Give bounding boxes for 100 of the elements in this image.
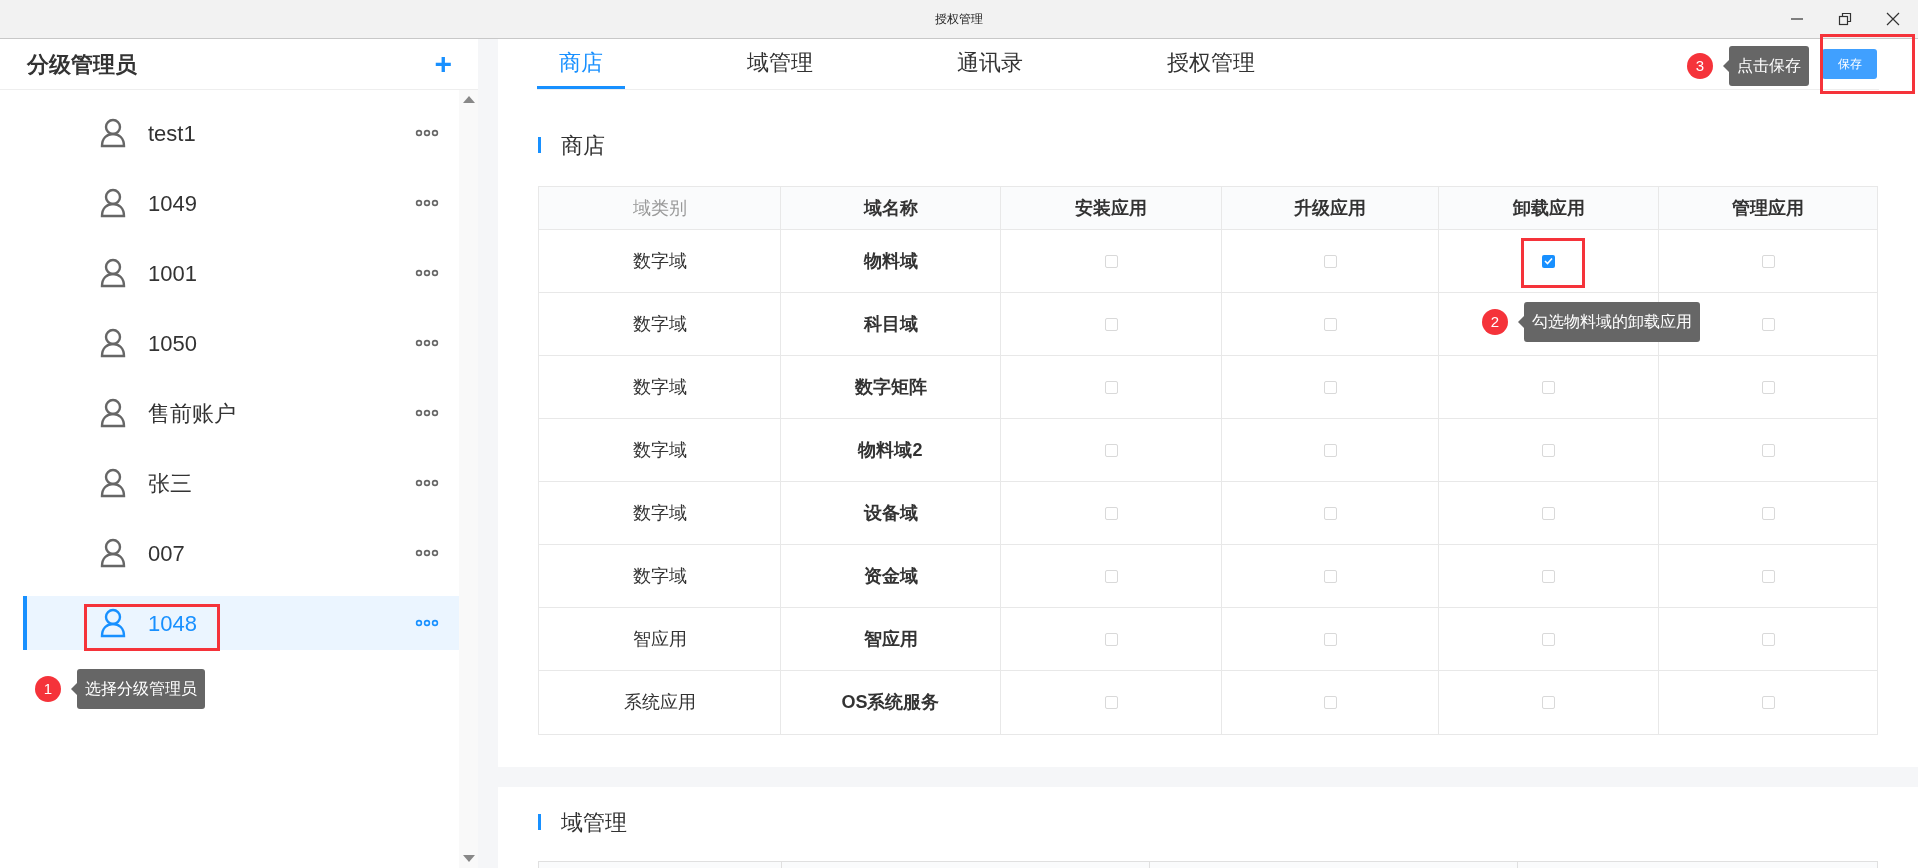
admin-item[interactable]: 1049 bbox=[23, 176, 459, 230]
column-header: 安装应用 bbox=[1001, 187, 1222, 229]
checkbox[interactable] bbox=[1761, 380, 1775, 394]
tab[interactable]: 授权管理 bbox=[1145, 38, 1277, 89]
checkbox[interactable] bbox=[1761, 696, 1775, 709]
admin-item[interactable]: test1 bbox=[23, 106, 459, 160]
table-cell: 数字域 bbox=[539, 356, 781, 418]
more-icon[interactable] bbox=[415, 129, 439, 137]
admin-name: 007 bbox=[148, 539, 185, 568]
table-cell: 数字域 bbox=[539, 293, 781, 355]
checkbox[interactable] bbox=[1761, 569, 1775, 583]
checkbox[interactable] bbox=[1323, 632, 1337, 646]
admin-name: 张三 bbox=[148, 469, 192, 498]
checkbox[interactable] bbox=[1542, 506, 1555, 520]
user-icon bbox=[100, 118, 126, 148]
section-title: 商店 bbox=[561, 131, 605, 160]
column-header: 卸载应用 bbox=[1439, 187, 1659, 229]
admin-name: 1049 bbox=[148, 189, 197, 218]
checkbox[interactable] bbox=[1104, 506, 1118, 520]
scroll-down-icon[interactable] bbox=[462, 855, 475, 862]
checkbox[interactable] bbox=[1542, 696, 1555, 709]
checkbox[interactable] bbox=[1542, 443, 1555, 457]
scrollbar[interactable] bbox=[459, 90, 478, 868]
user-icon bbox=[100, 398, 126, 428]
checkbox[interactable] bbox=[1104, 380, 1118, 394]
scroll-up-icon[interactable] bbox=[462, 96, 475, 103]
admin-item[interactable]: 007 bbox=[23, 526, 459, 580]
close-icon[interactable] bbox=[1886, 12, 1900, 26]
checkbox[interactable] bbox=[1761, 632, 1775, 646]
admin-name: 1001 bbox=[148, 259, 197, 288]
column-header: 升级应用 bbox=[1222, 187, 1439, 229]
checkbox[interactable] bbox=[1761, 443, 1775, 457]
table-cell: 数字域 bbox=[539, 419, 781, 481]
checkbox[interactable] bbox=[1542, 380, 1555, 394]
checkbox[interactable] bbox=[1323, 569, 1337, 583]
table-cell: 智应用 bbox=[781, 608, 1001, 670]
more-icon[interactable] bbox=[415, 409, 439, 417]
user-icon bbox=[100, 188, 126, 218]
checkbox[interactable] bbox=[1323, 254, 1337, 268]
table-cell: 物料域2 bbox=[781, 419, 1001, 481]
checkbox[interactable] bbox=[1323, 317, 1337, 331]
checkbox[interactable] bbox=[1542, 632, 1555, 646]
column-header: 管理应用 bbox=[1731, 196, 1805, 220]
table-cell: 科目域 bbox=[781, 293, 1001, 355]
checkbox[interactable] bbox=[1104, 696, 1118, 709]
restore-icon[interactable] bbox=[1838, 12, 1852, 26]
more-icon[interactable] bbox=[415, 339, 439, 347]
tooltip: 选择分级管理员 bbox=[77, 669, 205, 709]
user-icon bbox=[100, 468, 126, 498]
table-cell: 资金域 bbox=[781, 545, 1001, 607]
checkbox[interactable] bbox=[1323, 506, 1337, 520]
checkbox[interactable] bbox=[1104, 569, 1118, 583]
checkbox[interactable] bbox=[1104, 317, 1118, 331]
checkbox[interactable] bbox=[1104, 254, 1118, 268]
tooltip: 点击保存 bbox=[1729, 46, 1809, 86]
table-cell: 物料域 bbox=[781, 230, 1001, 292]
admin-item[interactable]: 张三 bbox=[23, 456, 459, 510]
table-cell: 数字域 bbox=[539, 230, 781, 292]
admin-item[interactable]: 1050 bbox=[23, 316, 459, 370]
section-title: 域管理 bbox=[561, 808, 627, 837]
table-cell: 数字域 bbox=[539, 545, 781, 607]
checkbox[interactable] bbox=[1542, 254, 1555, 268]
admin-name: test1 bbox=[148, 119, 196, 148]
user-icon bbox=[100, 608, 126, 638]
checkbox[interactable] bbox=[1761, 506, 1775, 520]
sidebar-title: 分级管理员 bbox=[27, 50, 137, 79]
user-icon bbox=[100, 328, 126, 358]
table-cell: 设备域 bbox=[781, 482, 1001, 544]
highlight-frame bbox=[1521, 238, 1585, 288]
table-cell: 数字矩阵 bbox=[781, 356, 1001, 418]
more-icon[interactable] bbox=[415, 269, 439, 277]
more-icon[interactable] bbox=[415, 479, 439, 487]
table-cell: OS系统服务 bbox=[781, 671, 1001, 734]
checkbox[interactable] bbox=[1104, 632, 1118, 646]
checkbox[interactable] bbox=[1323, 443, 1337, 457]
user-icon bbox=[100, 258, 126, 288]
admin-name: 1050 bbox=[148, 329, 197, 358]
checkbox[interactable] bbox=[1761, 254, 1775, 268]
table-cell: 系统应用 bbox=[539, 671, 781, 734]
user-icon bbox=[100, 538, 126, 568]
checkbox[interactable] bbox=[1761, 317, 1775, 331]
admin-name: 1048 bbox=[148, 609, 197, 638]
table-cell: 智应用 bbox=[539, 608, 781, 670]
tab[interactable]: 域管理 bbox=[725, 38, 835, 89]
more-icon[interactable] bbox=[415, 549, 439, 557]
checkbox[interactable] bbox=[1323, 696, 1337, 709]
admin-item[interactable]: 1001 bbox=[23, 246, 459, 300]
column-header: 域类别 bbox=[539, 187, 781, 229]
more-icon[interactable] bbox=[415, 199, 439, 207]
table-cell: 数字域 bbox=[539, 482, 781, 544]
checkbox[interactable] bbox=[1323, 380, 1337, 394]
more-icon[interactable] bbox=[415, 619, 439, 627]
column-header: 域名称 bbox=[781, 187, 1001, 229]
admin-item[interactable]: 售前账户 bbox=[23, 386, 459, 440]
tooltip: 勾选物料域的卸载应用 bbox=[1524, 302, 1700, 342]
window-title: 授权管理 bbox=[935, 11, 983, 28]
checkbox[interactable] bbox=[1542, 569, 1555, 583]
checkbox[interactable] bbox=[1104, 443, 1118, 457]
admin-name: 售前账户 bbox=[148, 399, 236, 428]
tab[interactable]: 通讯录 bbox=[935, 38, 1045, 89]
